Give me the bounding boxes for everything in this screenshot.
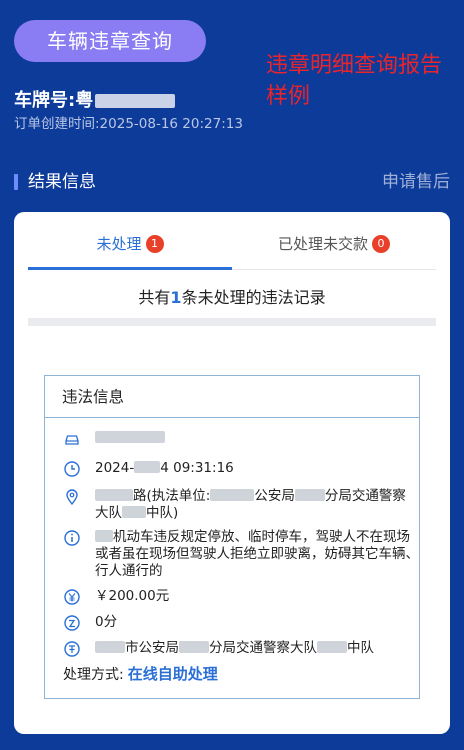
time-suffix: 4 09:31:16 <box>160 460 234 476</box>
agency-row: 市公安局 分局交通警察大队 中队 <box>63 640 419 660</box>
result-header: 结果信息 申请售后 <box>14 172 450 194</box>
points-icon <box>63 614 81 632</box>
fine-amount: ￥200.00元 <box>95 588 170 604</box>
behavior-row: 机动车违反规定停放、临时停车，驾驶人不在现场或者虽在现场但驾驶人拒绝立即驶离，妨… <box>63 529 419 583</box>
handling-method: 处理方式: 在线自助处理 <box>63 664 419 685</box>
order-time: 订单创建时间:2025-08-16 20:27:13 <box>14 116 243 132</box>
section-marker <box>14 174 18 190</box>
car-icon <box>63 430 81 448</box>
count-badge: 1 <box>145 235 164 253</box>
status-tabs: 未处理 1 已处理未交款 0 <box>28 230 436 270</box>
unit-mask <box>210 489 255 501</box>
time-mask <box>134 461 161 473</box>
vehicle-row <box>63 430 419 452</box>
violation-card: 违法信息 2024- 4 09:31:16 路(执法单位: 公安局分局交通警察大队 中… <box>44 375 420 699</box>
location-mid: 公安局 <box>254 488 295 504</box>
plate-number: 车牌号:粤 <box>14 86 176 112</box>
location-suffix: 路(执法单位: <box>133 488 211 504</box>
count-badge: 0 <box>372 235 390 253</box>
divider-bar <box>28 318 436 326</box>
time-prefix: 2024- <box>95 460 135 476</box>
online-handle-link[interactable]: 在线自助处理 <box>128 665 218 683</box>
tab-processed-unpaid[interactable]: 已处理未交款 0 <box>232 230 436 268</box>
result-title: 结果信息 <box>28 172 96 192</box>
page-title: 车辆违章查询 <box>14 20 206 62</box>
agency-c: 中队 <box>347 640 374 656</box>
time-row: 2024- 4 09:31:16 <box>63 460 419 482</box>
clock-icon <box>63 460 81 478</box>
city-mask <box>95 641 125 653</box>
squad-mask <box>122 506 146 518</box>
summary-suffix: 条未处理的违法记录 <box>181 288 326 307</box>
agency-a: 市公安局 <box>125 640 179 656</box>
info-icon <box>63 529 81 547</box>
location-icon <box>63 488 81 506</box>
tab-label: 未处理 <box>96 235 142 253</box>
plate-label: 车牌号: <box>14 90 76 111</box>
location-end: 中队) <box>146 505 179 521</box>
violation-details: 2024- 4 09:31:16 路(执法单位: 公安局分局交通警察大队 中队) 机动… <box>45 418 419 685</box>
squad-mask <box>317 641 347 653</box>
violation-title: 违法信息 <box>45 376 419 418</box>
road-mask <box>95 489 133 501</box>
branch-mask <box>179 641 209 653</box>
method-label: 处理方式: <box>63 667 124 683</box>
active-tab-indicator <box>28 267 232 270</box>
location-row: 路(执法单位: 公安局 分局交通警察大队 中队) <box>63 488 419 526</box>
points-value: 0分 <box>95 614 118 630</box>
record-summary: 共有1条未处理的违法记录 <box>14 284 450 308</box>
tab-unprocessed[interactable]: 未处理 1 <box>28 230 232 268</box>
behavior-mask <box>95 530 113 542</box>
plate-mask <box>95 94 176 108</box>
after-sale-link[interactable]: 申请售后 <box>382 172 450 192</box>
vehicle-mask <box>95 431 165 443</box>
summary-count: 1 <box>170 288 182 307</box>
behavior-text: 机动车违反规定停放、临时停车，驾驶人不在现场或者虽在现场但驾驶人拒绝立即驶离，妨… <box>95 529 419 579</box>
agency-b: 分局交通警察大队 <box>209 640 317 656</box>
fine-icon <box>63 588 81 606</box>
plate-value: 粤 <box>75 90 94 111</box>
result-card: 未处理 1 已处理未交款 0 共有1条未处理的违法记录 违法信息 2024- 4 09… <box>14 212 450 734</box>
agency-icon <box>63 640 81 658</box>
points-row: 0分 <box>63 614 419 636</box>
tab-label: 已处理未交款 <box>277 235 368 253</box>
branch-mask <box>294 489 325 501</box>
summary-prefix: 共有 <box>138 288 171 307</box>
fine-row: ￥200.00元 <box>63 588 419 610</box>
sample-report-note: 违章明细查询报告样例 <box>266 53 443 109</box>
